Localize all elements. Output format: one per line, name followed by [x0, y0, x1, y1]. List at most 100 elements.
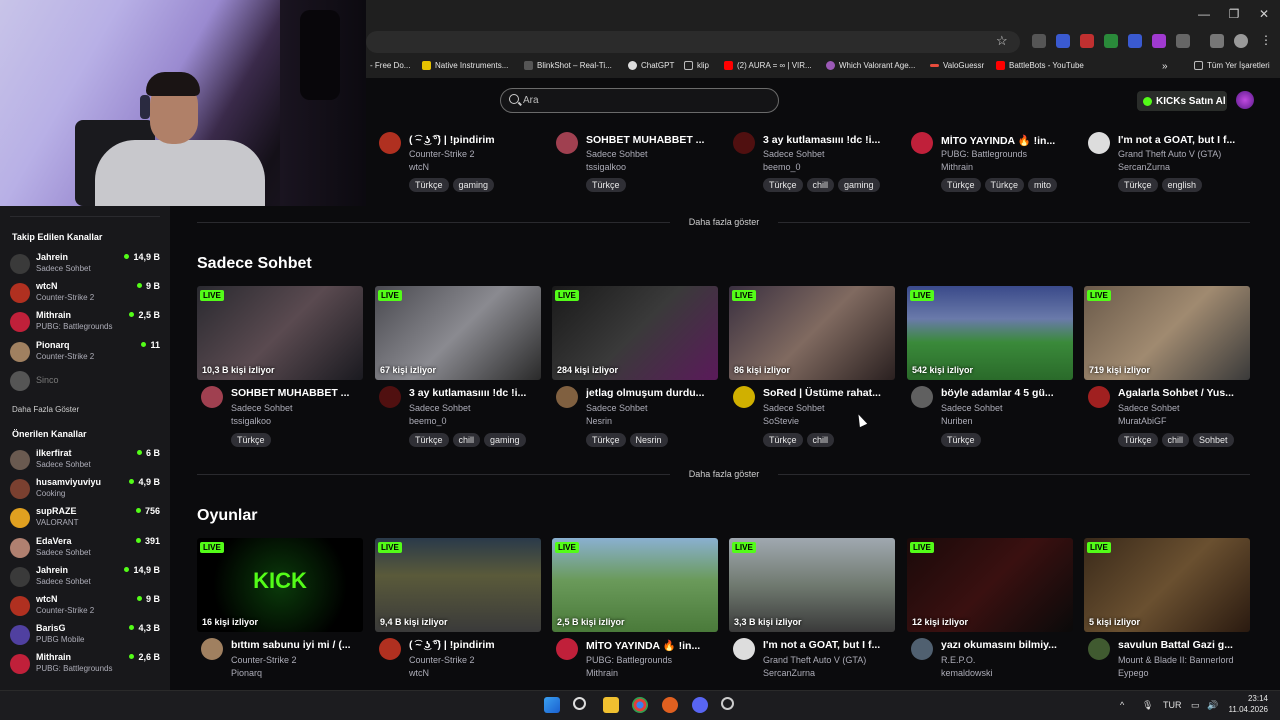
streamer-name[interactable]: Mithrain	[586, 668, 618, 678]
sidebar-channel[interactable]: wtcN Counter-Strike 29 B	[10, 280, 160, 306]
sidebar-channel[interactable]: ilkerfirat Sadece Sohbet 6 B	[10, 447, 160, 473]
tag-chip[interactable]: Türkçe	[984, 178, 1025, 192]
stream-title[interactable]: I'm not a GOAT, but I f...	[1118, 134, 1250, 146]
all-bookmarks-item[interactable]: Tüm Yer İşaretleri	[1194, 61, 1270, 70]
bookmark-item[interactable]: BattleBots - YouTube	[996, 61, 1084, 70]
stream-title[interactable]: 3 ay kutlamasıııı !dc !i...	[763, 134, 895, 146]
stream-thumbnail[interactable]: LIVE 719 kişi izliyor	[1084, 286, 1250, 380]
show-more-followed-button[interactable]: Daha Fazla Göster	[12, 405, 79, 414]
streamer-avatar[interactable]	[379, 638, 401, 660]
user-avatar[interactable]	[1236, 91, 1254, 109]
streamer-name[interactable]: tssigalkoo	[586, 162, 626, 172]
sidebar-channel[interactable]: Mithrain PUBG: Battlegrounds 2,6 B	[10, 651, 160, 677]
streamer-name[interactable]: Pionarq	[231, 668, 262, 678]
streamer-name[interactable]: Nuriben	[941, 416, 973, 426]
stream-thumbnail[interactable]: LIVE 542 kişi izliyor	[907, 286, 1073, 380]
search-icon[interactable]	[573, 697, 586, 710]
tag-chip[interactable]: Türkçe	[763, 433, 803, 447]
stream-category[interactable]: Sadece Sohbet	[941, 403, 1003, 413]
extension-icon[interactable]	[1128, 34, 1142, 48]
tag-chip[interactable]: Türkçe	[1118, 433, 1158, 447]
address-bar[interactable]	[366, 31, 1020, 53]
app-icon[interactable]	[662, 697, 678, 713]
profile-avatar[interactable]	[1234, 34, 1248, 48]
stream-thumbnail[interactable]: LIVE 10,3 B kişi izliyor	[197, 286, 363, 380]
bookmark-item[interactable]: Native Instruments...	[422, 61, 508, 70]
buy-kicks-button[interactable]: KICKs Satın Al	[1137, 91, 1227, 111]
streamer-avatar[interactable]	[911, 386, 933, 408]
stream-title[interactable]: I'm not a GOAT, but I f...	[763, 639, 895, 651]
menu-dots-icon[interactable]: ⋮	[1260, 33, 1272, 47]
streamer-avatar[interactable]	[911, 638, 933, 660]
steam-icon[interactable]	[721, 697, 734, 710]
streamer-name[interactable]: kemaldowski	[941, 668, 993, 678]
stream-title[interactable]: 3 ay kutlamasıııı !dc !i...	[409, 387, 541, 399]
system-clock[interactable]: 23:14 11.04.2026	[1228, 693, 1268, 715]
sidebar-channel[interactable]: wtcN Counter-Strike 29 B	[10, 593, 160, 619]
tag-chip[interactable]: Türkçe	[409, 433, 449, 447]
tag-chip[interactable]: gaming	[452, 178, 495, 192]
tag-chip[interactable]: gaming	[838, 178, 880, 192]
streamer-avatar[interactable]	[379, 132, 401, 154]
streamer-name[interactable]: MuratAbiGF	[1118, 416, 1167, 426]
streamer-avatar[interactable]	[201, 638, 223, 660]
chrome-icon[interactable]	[632, 697, 648, 713]
stream-card[interactable]: LIVE 12 kişi izliyor yazı okumasını bilmiy…	[907, 538, 1073, 678]
streamer-name[interactable]: SoStevie	[763, 416, 799, 426]
stream-title[interactable]: yazı okumasını bilmiy...	[941, 639, 1073, 651]
streamer-avatar[interactable]	[556, 386, 578, 408]
stream-thumbnail[interactable]: LIVE 67 kişi izliyor	[375, 286, 541, 380]
stream-category[interactable]: Sadece Sohbet	[409, 403, 471, 413]
media-icon[interactable]	[1210, 34, 1224, 48]
tag-chip[interactable]: chill	[1161, 433, 1190, 447]
stream-category[interactable]: PUBG: Battlegrounds	[941, 149, 1027, 159]
streamer-name[interactable]: wtcN	[409, 162, 429, 172]
show-more-button[interactable]: Daha fazla göster	[670, 217, 778, 227]
streamer-name[interactable]: beemo_0	[409, 416, 447, 426]
stream-thumbnail[interactable]: LIVE 12 kişi izliyor	[907, 538, 1073, 632]
stream-thumbnail[interactable]: LIVE 2,5 B kişi izliyor	[552, 538, 718, 632]
streamer-avatar[interactable]	[733, 638, 755, 660]
streamer-name[interactable]: SercanZurna	[763, 668, 815, 678]
bookmark-item[interactable]: ValoGuessr	[930, 61, 984, 70]
stream-category[interactable]: Sadece Sohbet	[1118, 403, 1180, 413]
stream-category[interactable]: Sadece Sohbet	[763, 403, 825, 413]
sidebar-channel[interactable]: Sinco	[10, 368, 160, 394]
stream-card[interactable]: LIVE 3,3 B kişi izliyor I'm not a GOAT, bu…	[729, 538, 895, 678]
stream-category[interactable]: Sadece Sohbet	[586, 403, 648, 413]
stream-title[interactable]: ( ͡~ ͜ʖ ͡°) | !pindirim	[409, 639, 541, 651]
tag-chip[interactable]: Türkçe	[231, 433, 271, 447]
stream-category[interactable]: Sadece Sohbet	[586, 149, 648, 159]
tag-chip[interactable]: Türkçe	[1118, 178, 1158, 192]
stream-title[interactable]: jetlag olmuşum durdu...	[586, 387, 718, 399]
sidebar-channel[interactable]: husamviyuviyu Cooking 4,9 B	[10, 476, 160, 502]
tag-chip[interactable]: chill	[806, 178, 835, 192]
tag-chip[interactable]: Nesrin	[629, 433, 668, 447]
stream-card[interactable]: LIVE 5 kişi izliyor savulun Battal Gazi g.…	[1084, 538, 1250, 678]
translate-extension-icon[interactable]	[1056, 34, 1070, 48]
stream-category[interactable]: PUBG: Battlegrounds	[586, 655, 672, 665]
stream-thumbnail[interactable]: LIVE 5 kişi izliyor	[1084, 538, 1250, 632]
microphone-icon[interactable]: 🎙	[1142, 700, 1153, 711]
tag-chip[interactable]: english	[1161, 178, 1203, 192]
bookmark-item[interactable]: (2) AURA = ∞ | VIR...	[724, 61, 812, 70]
stream-category[interactable]: Counter-Strike 2	[409, 655, 475, 665]
extension-icon[interactable]	[1032, 34, 1046, 48]
stream-title[interactable]: MİTO YAYINDA 🔥 !in...	[586, 639, 718, 652]
tag-chip[interactable]: chill	[806, 433, 835, 447]
sidebar-channel[interactable]: BarisG PUBG Mobile 4,3 B	[10, 622, 160, 648]
stream-category[interactable]: Counter-Strike 2	[409, 149, 475, 159]
stream-thumbnail[interactable]: LIVE 284 kişi izliyor	[552, 286, 718, 380]
sidebar-channel[interactable]: Jahrein Sadece Sohbet 14,9 B	[10, 564, 160, 590]
stream-title[interactable]: böyle adamlar 4 5 gü...	[941, 387, 1073, 399]
streamer-avatar[interactable]	[201, 386, 223, 408]
extensions-puzzle-icon[interactable]	[1176, 34, 1190, 48]
streamer-name[interactable]: Eypego	[1118, 668, 1149, 678]
monitor-icon[interactable]: ▭	[1191, 700, 1200, 711]
streamer-avatar[interactable]	[1088, 132, 1110, 154]
file-explorer-icon[interactable]	[603, 697, 619, 713]
stream-card[interactable]: KICK LIVE 16 kişi izliyor bıttım sabunu iyi…	[197, 538, 363, 678]
sidebar-channel[interactable]: EdaVera Sadece Sohbet 391	[10, 535, 160, 561]
streamer-avatar[interactable]	[1088, 638, 1110, 660]
streamer-name[interactable]: tssigalkoo	[231, 416, 271, 426]
